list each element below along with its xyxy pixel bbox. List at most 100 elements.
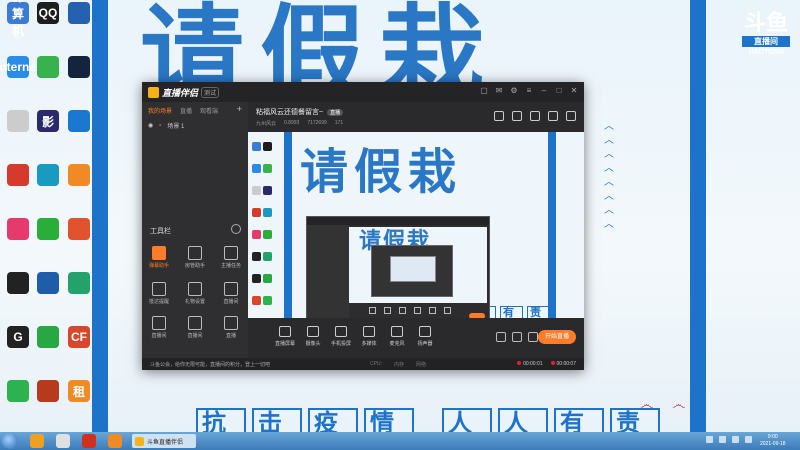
- system-tray: [706, 436, 752, 443]
- desktop-app-icon: 影: [37, 110, 59, 132]
- net-label: 网络: [415, 362, 426, 368]
- desktop-icon[interactable]: [64, 164, 94, 186]
- camera-icon[interactable]: [496, 332, 506, 342]
- tool-icon: [224, 246, 238, 260]
- start-button[interactable]: [2, 433, 18, 449]
- desktop-icon[interactable]: [3, 218, 33, 240]
- taskbar-app-icon[interactable]: [82, 434, 96, 448]
- settings-icon[interactable]: ⚙: [510, 87, 518, 95]
- wallpaper-chevrons: ︿ ︿ ︿ ︿ ︿ ︿ ︿ ︿: [604, 121, 614, 230]
- desktop-icon[interactable]: [64, 218, 94, 240]
- desktop-icon[interactable]: G: [3, 326, 33, 348]
- tab-my-scenes[interactable]: 我的场景: [148, 106, 172, 115]
- desktop-icon[interactable]: 租: [64, 380, 94, 402]
- eye-icon[interactable]: ◉: [148, 122, 153, 129]
- tool-button[interactable]: 礼物设置: [180, 282, 210, 305]
- eye-icon[interactable]: [512, 332, 522, 342]
- preview-desktop-icon: [252, 274, 261, 283]
- streaming-app-window[interactable]: 直播伴侣 测试 ▢ ✉ ⚙ ≡ – □ ✕ 我的场景 直播 观看端 + ◉ ▫ …: [142, 82, 584, 370]
- app-title-bar[interactable]: 直播伴侣 测试 ▢ ✉ ⚙ ≡ – □ ✕: [142, 82, 584, 102]
- desktop-icon[interactable]: [64, 56, 94, 78]
- add-scene-icon[interactable]: +: [237, 105, 242, 115]
- lock-icon[interactable]: ▫: [159, 123, 161, 129]
- skin-icon[interactable]: ▢: [480, 87, 488, 95]
- decoration-mask-icon: ෴: [672, 396, 686, 412]
- taskbar: 斗鱼直播伴侣 9:00 2021-09-18: [0, 432, 800, 450]
- stream-preview[interactable]: 请假栽 抗击疫情人人有责 请假栽: [248, 132, 584, 318]
- speaker-button[interactable]: 扬声器: [408, 326, 442, 347]
- preview-char: 责: [527, 306, 550, 318]
- maximize-icon[interactable]: □: [555, 87, 563, 95]
- lock-icon[interactable]: [512, 111, 522, 121]
- tool-button[interactable]: 直播: [216, 316, 246, 339]
- settings-icon[interactable]: [530, 111, 540, 121]
- tray-icon[interactable]: [719, 436, 726, 443]
- preview-desktop-icon: [252, 164, 261, 173]
- tool-icon: [188, 282, 202, 296]
- desktop-icon[interactable]: [33, 56, 63, 78]
- bell-icon[interactable]: [548, 111, 558, 121]
- settings-icon[interactable]: [528, 332, 538, 342]
- desktop-icon[interactable]: [64, 110, 94, 132]
- desktop-icon[interactable]: QQ: [33, 2, 63, 24]
- tool-button[interactable]: 房管助手: [180, 246, 210, 269]
- tool-button[interactable]: 弹幕助手: [144, 246, 174, 269]
- network-icon[interactable]: [745, 436, 752, 443]
- room-stat: 7172699: [307, 120, 327, 126]
- desktop-app-icon: [37, 272, 59, 294]
- desktop-icon[interactable]: [3, 272, 33, 294]
- gift-icon[interactable]: [494, 111, 504, 121]
- scene-item[interactable]: ◉ ▫ 场景 1: [148, 121, 242, 131]
- desktop-icon[interactable]: [3, 380, 33, 402]
- taskbar-app-icon[interactable]: [56, 434, 70, 448]
- desktop-icon[interactable]: [64, 2, 94, 24]
- volume-icon[interactable]: [732, 436, 739, 443]
- tray-icon[interactable]: [706, 436, 713, 443]
- desktop-icon[interactable]: [33, 164, 63, 186]
- room-title[interactable]: 粘福风云还德餐留言~: [256, 107, 323, 117]
- room-stat: 171: [334, 120, 344, 126]
- taskbar-app-icon[interactable]: [108, 434, 122, 448]
- tab-live[interactable]: 直播: [180, 106, 192, 115]
- go-live-button[interactable]: 开始直播: [538, 330, 576, 344]
- taskbar-browser-icon[interactable]: [30, 434, 44, 448]
- desktop-icon[interactable]: CF: [64, 326, 94, 348]
- tool-button[interactable]: 直播间: [216, 282, 246, 305]
- room-info-bar: 粘福风云还德餐留言~ 直播 九州风云 0.8993 7172699 171: [248, 102, 584, 132]
- tool-button[interactable]: 直播间: [180, 316, 210, 339]
- message-icon[interactable]: ✉: [495, 87, 503, 95]
- close-icon[interactable]: ✕: [570, 87, 578, 95]
- desktop-app-icon: [37, 380, 59, 402]
- desktop-icon[interactable]: [33, 380, 63, 402]
- tool-label: 直播间: [151, 333, 167, 339]
- desktop-icon[interactable]: [33, 218, 63, 240]
- tools-settings-icon[interactable]: [231, 224, 241, 234]
- desktop-icon[interactable]: [64, 272, 94, 294]
- desktop-icon[interactable]: 计算机: [3, 0, 33, 38]
- clock[interactable]: 9:00 2021-09-18: [760, 434, 786, 448]
- menu-icon[interactable]: ≡: [525, 87, 533, 95]
- desktop-icon[interactable]: [33, 272, 63, 294]
- desktop-icon[interactable]: [33, 326, 63, 348]
- taskbar-task-streaming-app[interactable]: 斗鱼直播伴侣: [132, 434, 196, 448]
- minimize-icon[interactable]: –: [540, 87, 548, 95]
- tool-label: 主播任务: [220, 263, 241, 269]
- tool-button[interactable]: 抵达提醒: [144, 282, 174, 305]
- room-stat: 0.8993: [284, 120, 300, 126]
- preview-desktop-icon: [263, 208, 272, 217]
- desktop-app-icon: [68, 164, 90, 186]
- tab-viewer[interactable]: 观看端: [200, 106, 218, 115]
- desktop-icon[interactable]: Internet: [0, 56, 40, 78]
- share-icon[interactable]: [566, 111, 576, 121]
- status-notice[interactable]: 斗鱼公会，给你无限可能，直播间的积分，登上一切吧: [150, 361, 270, 368]
- desktop-icon[interactable]: [3, 110, 33, 132]
- preview-desktop-icon: [263, 186, 272, 195]
- record-timer: 00:00:07: [550, 361, 576, 367]
- preview-desktop-icon: [252, 252, 261, 261]
- tool-button[interactable]: 直播间: [144, 316, 174, 339]
- tool-button[interactable]: 主播任务: [216, 246, 246, 269]
- preview-desktop-icon: [263, 164, 272, 173]
- desktop-icon[interactable]: 影: [33, 110, 63, 132]
- preview-desktop-icon: [263, 274, 272, 283]
- desktop-icon[interactable]: [3, 164, 33, 186]
